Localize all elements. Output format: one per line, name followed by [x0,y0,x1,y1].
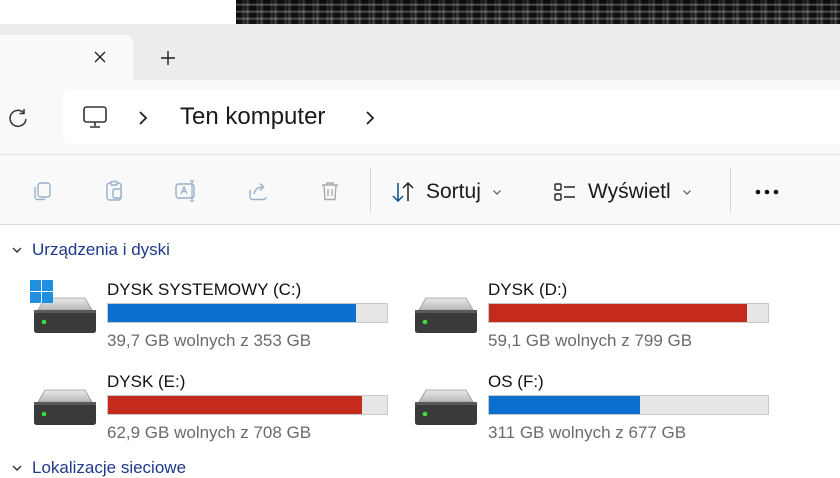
drive-item[interactable]: DYSK SYSTEMOWY (C:) 39,7 GB wolnych z 353… [30,280,410,360]
share-button[interactable] [244,177,272,205]
sort-button[interactable]: Sortuj [390,173,503,211]
computer-icon [83,106,107,128]
sort-label: Sortuj [426,180,481,203]
view-button[interactable]: Wyświetl [552,173,693,211]
drive-name: DYSK (E:) [107,372,186,391]
group-network-locations[interactable]: Lokalizacje sieciowe [10,458,186,478]
drive-free-space: 59,1 GB wolnych z 799 GB [488,331,693,350]
drive-usage-bar [107,303,388,323]
desktop-wallpaper [0,0,840,24]
close-tab-button[interactable] [88,45,112,69]
more-options-button[interactable] [748,178,788,206]
tab-this-pc[interactable] [0,35,133,80]
group-label: Lokalizacje sieciowe [32,458,187,477]
chevron-down-icon [492,190,501,195]
share-icon [249,183,267,201]
drive-free-space: 62,9 GB wolnych z 708 GB [107,423,312,442]
drive-item[interactable]: DYSK (E:) 62,9 GB wolnych z 708 GB [30,372,410,452]
drive-name: DYSK (D:) [488,280,568,299]
paste-button[interactable] [100,177,128,205]
wallpaper-photo [236,0,840,24]
drive-usage-bar [488,303,769,323]
copy-button[interactable] [28,177,56,205]
sort-icon [392,181,414,203]
drive-usage-fill [489,396,640,414]
paste-icon [106,180,122,201]
chevron-right-icon[interactable] [134,106,152,130]
drive-item[interactable]: OS (F:) 311 GB wolnych z 677 GB [411,372,791,452]
drive-free-space: 311 GB wolnych z 677 GB [488,423,687,442]
chevron-down-icon [12,465,22,471]
windows-logo-icon [30,280,53,303]
group-devices-and-drives[interactable]: Urządzenia i dyski [10,240,170,260]
drive-usage-bar [488,395,769,415]
refresh-icon [9,109,27,128]
copy-icon [34,182,51,201]
toolbar-divider [370,167,371,213]
chevron-down-icon [12,247,22,253]
drive-usage-fill [108,396,363,414]
hard-drive-icon [415,297,477,333]
drive-usage-fill [108,304,356,322]
hard-drive-icon [415,389,477,425]
delete-button[interactable] [316,177,344,205]
view-label: Wyświetl [588,180,671,203]
hard-drive-icon [30,280,96,333]
more-icon [755,189,779,195]
drive-item[interactable]: DYSK (D:) 59,1 GB wolnych z 799 GB [411,280,791,360]
drive-name: DYSK SYSTEMOWY (C:) [107,280,302,299]
plus-icon [161,51,175,65]
chevron-right-icon[interactable] [361,106,379,130]
toolbar-divider [730,167,731,213]
drive-free-space: 39,7 GB wolnych z 353 GB [107,331,312,350]
hard-drive-icon [34,389,96,425]
view-layout-icon [554,183,575,201]
refresh-button[interactable] [5,105,31,131]
rename-button[interactable] [172,177,200,205]
group-label: Urządzenia i dyski [32,240,170,259]
drive-usage-bar [107,395,388,415]
delete-icon [322,182,338,201]
drive-name: OS (F:) [488,372,544,391]
drive-usage-fill [489,304,748,322]
new-tab-button[interactable] [155,45,181,71]
close-icon [94,51,106,63]
rename-icon [175,180,195,202]
breadcrumb-this-pc[interactable]: Ten komputer [180,102,325,132]
chevron-down-icon [682,190,691,195]
